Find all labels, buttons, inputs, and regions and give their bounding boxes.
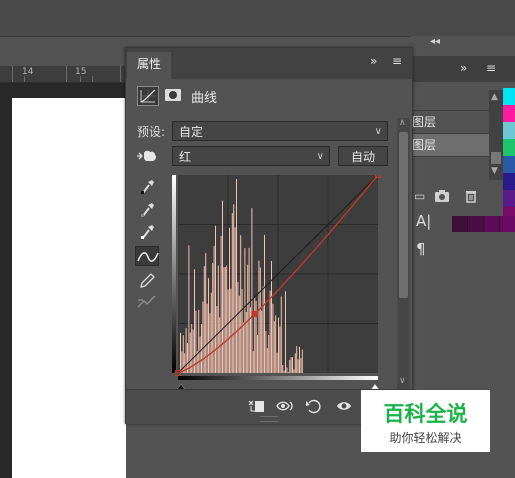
horizontal-ruler: 14 15 [0, 66, 126, 83]
layer-tools: ▭ [410, 186, 493, 208]
collapse-panel-icon[interactable]: » [370, 54, 377, 68]
color-swatch[interactable] [503, 105, 515, 122]
tab-properties[interactable]: 属性 [127, 52, 171, 79]
scroll-up-icon[interactable]: ▲ [491, 92, 498, 102]
view-previous-state-icon[interactable] [275, 396, 297, 416]
layers-panel-header: » ≡ [410, 56, 515, 82]
scroll-up-icon[interactable]: ∧ [399, 118, 406, 128]
resize-grip[interactable] [260, 416, 278, 422]
color-swatch[interactable] [503, 190, 515, 207]
curve-control-point[interactable] [251, 310, 258, 317]
eyedropper-white-icon[interactable] [135, 221, 159, 241]
eyedropper-black-icon[interactable] [135, 176, 159, 196]
options-bar [0, 0, 515, 37]
paragraph-panel-icon[interactable]: ¶ [416, 240, 450, 268]
curves-graph[interactable] [172, 172, 385, 393]
properties-scrollbar[interactable]: ∧ ∨ [397, 118, 410, 390]
color-swatch[interactable] [503, 88, 515, 105]
channel-dropdown[interactable]: 红 ∨ [172, 146, 330, 166]
scroll-down-icon[interactable]: ∨ [399, 376, 406, 386]
camera-icon[interactable] [434, 189, 450, 206]
layers-scrollbar[interactable]: ▲ ▼ [489, 90, 503, 180]
visibility-eye-icon[interactable] [334, 396, 356, 416]
watermark-title: 百科全说 [383, 402, 468, 426]
properties-panel: 属性 » ≡ 曲线 预设: 自定 ∨ 红 ∨ 自动 ∧ ∨ [125, 47, 413, 424]
chevron-down-icon: ∨ [374, 126, 382, 137]
layer-row[interactable]: 图层 [410, 111, 493, 134]
panel-menu-icon[interactable]: ≡ [486, 61, 496, 75]
preset-label: 预设: [137, 125, 166, 139]
curve-point-tool-icon[interactable] [135, 246, 159, 266]
clip-to-layer-icon[interactable] [246, 396, 268, 416]
color-swatch-row[interactable] [452, 216, 515, 232]
smooth-curve-icon[interactable] [135, 292, 159, 312]
curves-adjustment-icon[interactable] [137, 86, 159, 106]
color-swatch[interactable] [503, 139, 515, 156]
watermark-logo: 百科全说 助你轻松解决 [361, 390, 490, 452]
layers-list: 图层 图层 [410, 88, 493, 157]
eyedropper-gray-icon[interactable] [135, 199, 159, 219]
character-panel-icon[interactable]: A| [416, 212, 450, 240]
preset-dropdown[interactable]: 自定 ∨ [172, 121, 388, 141]
on-image-adjust-hand-icon[interactable] [136, 148, 158, 164]
properties-titlebar: 属性 » ≡ [126, 48, 412, 79]
channel-value: 红 [179, 150, 192, 164]
collapse-arrows-icon[interactable]: ◂◂ [430, 36, 440, 47]
color-swatch[interactable] [503, 156, 515, 173]
auto-button[interactable]: 自动 [338, 146, 388, 166]
panel-menu-icon[interactable]: ≡ [392, 54, 402, 68]
layer-row-selected[interactable]: 图层 [410, 134, 493, 157]
adjustment-title: 曲线 [191, 91, 218, 106]
layer-mask-icon[interactable] [163, 86, 183, 104]
reset-icon[interactable] [303, 396, 325, 416]
preset-value: 自定 [179, 125, 204, 139]
scroll-thumb[interactable] [399, 132, 408, 298]
color-swatch[interactable] [503, 173, 515, 190]
chevron-down-icon: ∨ [316, 151, 324, 162]
watermark-subtitle: 助你轻松解决 [389, 431, 462, 445]
ruler-label: 14 [22, 67, 34, 77]
ruler-label: 15 [75, 67, 87, 77]
scroll-thumb[interactable] [491, 152, 501, 164]
pencil-icon[interactable] [135, 270, 159, 290]
swatches-strip [503, 88, 515, 224]
layer-row[interactable] [410, 88, 493, 111]
trash-icon[interactable] [464, 189, 478, 206]
scroll-down-icon[interactable]: ▼ [491, 166, 498, 176]
expand-arrows-icon[interactable]: » [460, 61, 467, 75]
character-tools: A| ¶ [416, 212, 450, 268]
document-canvas[interactable] [12, 98, 126, 478]
folder-icon[interactable]: ▭ [414, 189, 425, 203]
color-swatch[interactable] [503, 122, 515, 139]
